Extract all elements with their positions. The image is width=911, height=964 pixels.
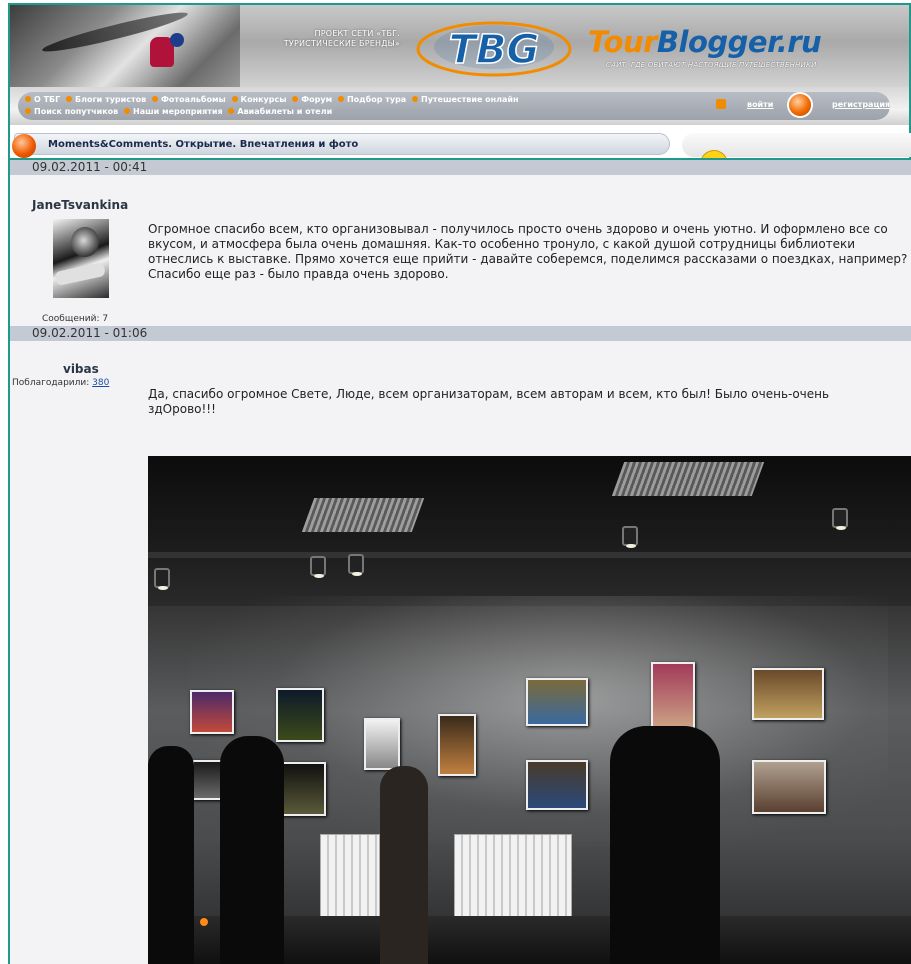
avatar[interactable] [53,219,109,298]
ceiling-light-panel [301,498,425,532]
exhibit-photo [526,678,588,726]
orange-dot-icon [25,108,31,114]
spotlight-icon [348,554,364,576]
post-text: Огромное спасибо всем, кто организовывал… [148,222,908,281]
site-title-tour: Tour [588,25,657,59]
visitor-silhouette [380,766,428,964]
spotlight-icon [154,568,170,590]
rss-icon[interactable] [716,99,726,109]
exhibit-photo [752,760,826,814]
visitor-silhouette [610,726,720,964]
radiator [454,834,572,922]
post-date-bar: 09.02.2011 - 01:06 [10,326,911,341]
exhibit-photo [276,688,324,742]
main-navigation: О ТБГ Блоги туристов Фотоальбомы Конкурс… [8,87,911,125]
nav-item-blogs[interactable]: Блоги туристов [66,94,146,106]
nav-links: О ТБГ Блоги туристов Фотоальбомы Конкурс… [25,94,685,118]
exhibit-photo [364,718,400,770]
forum-posts: 09.02.2011 - 00:41 JaneTsvankina Огромно… [8,158,911,964]
login-link[interactable]: войти [747,100,773,109]
post-author[interactable]: JaneTsvankina [32,198,128,212]
orange-dot-icon [412,96,418,102]
orange-dot-icon [292,96,299,102]
site-title[interactable]: TourBlogger.ru [588,25,822,59]
post-text: Да, спасибо огромное Свете, Люде, всем о… [148,387,830,416]
avatar-head [71,227,99,257]
orange-ball-icon [789,94,811,116]
register-link[interactable]: регистрация [832,100,890,109]
orange-dot-icon [124,108,131,114]
exhibit-photo [190,690,234,734]
topic-title: Moments&Comments. Открытие. Впечатления … [48,139,359,150]
nav-item-companions[interactable]: Поиск попутчиков [25,106,118,118]
orange-dot-icon [231,96,238,102]
visitor-silhouette [148,746,194,964]
site-header-banner: ПРОЕКТ СЕТИ «ТБГ. ТУРИСТИЧЕСКИЕ БРЕНДЫ» … [8,3,911,87]
nav-item-tickets[interactable]: Авиабилеты и отели [228,106,332,118]
avatar-arm [54,261,106,287]
nav-item-events[interactable]: Наши мероприятия [124,106,223,118]
nav-item-travel-online[interactable]: Путешествие онлайн [412,94,519,106]
nav-item-about[interactable]: О ТБГ [25,94,60,106]
exhibition-photo[interactable] [148,456,911,964]
ceiling [148,456,911,606]
exhibit-photo [438,714,476,776]
site-slogan: САЙТ, ГДЕ ОБИТАЮТ НАСТОЯЩИЕ ПУТЕШЕСТВЕНН… [606,61,817,69]
visitor-silhouette [220,736,284,964]
topic-header: Moments&Comments. Открытие. Впечатления … [8,125,911,164]
orange-dot-icon [152,96,158,102]
exhibit-photo [526,760,588,810]
tbg-logo-text: TBG [449,27,540,73]
exhibit-photo [278,762,326,816]
tbg-logo[interactable]: TBG [415,15,573,79]
exhibit-photo [752,668,824,720]
project-caption: ПРОЕКТ СЕТИ «ТБГ. ТУРИСТИЧЕСКИЕ БРЕНДЫ» [283,29,400,48]
post-author[interactable]: vibas [63,362,99,376]
topic-ball-icon [12,134,36,158]
light-rail [148,552,911,558]
spotlight-icon [832,508,848,530]
rider-helmet [170,33,184,47]
orange-dot-icon [66,96,73,102]
spotlight-icon [310,556,326,578]
thanks-number-link[interactable]: 380 [92,378,109,388]
orange-fruit [200,918,208,926]
orange-dot-icon [25,96,31,102]
nav-item-albums[interactable]: Фотоальбомы [152,94,226,106]
thanks-count: Поблагодарили: 380 [12,378,109,388]
nav-item-contests[interactable]: Конкурсы [231,94,286,106]
spotlight-icon [622,526,638,548]
windsurfer-photo [10,5,240,87]
ceiling-light-panel [611,462,765,496]
thanks-label: Поблагодарили: [12,378,90,388]
nav-item-forum[interactable]: Форум [292,94,332,106]
orange-dot-icon [337,96,344,102]
post-count: Сообщений: 7 [42,314,109,324]
orange-dot-icon [228,108,235,114]
site-title-blogger: Blogger.ru [656,25,822,59]
radiator [320,834,380,922]
post-date-bar: 09.02.2011 - 00:41 [10,160,911,175]
nav-item-tour-search[interactable]: Подбор тура [337,94,406,106]
